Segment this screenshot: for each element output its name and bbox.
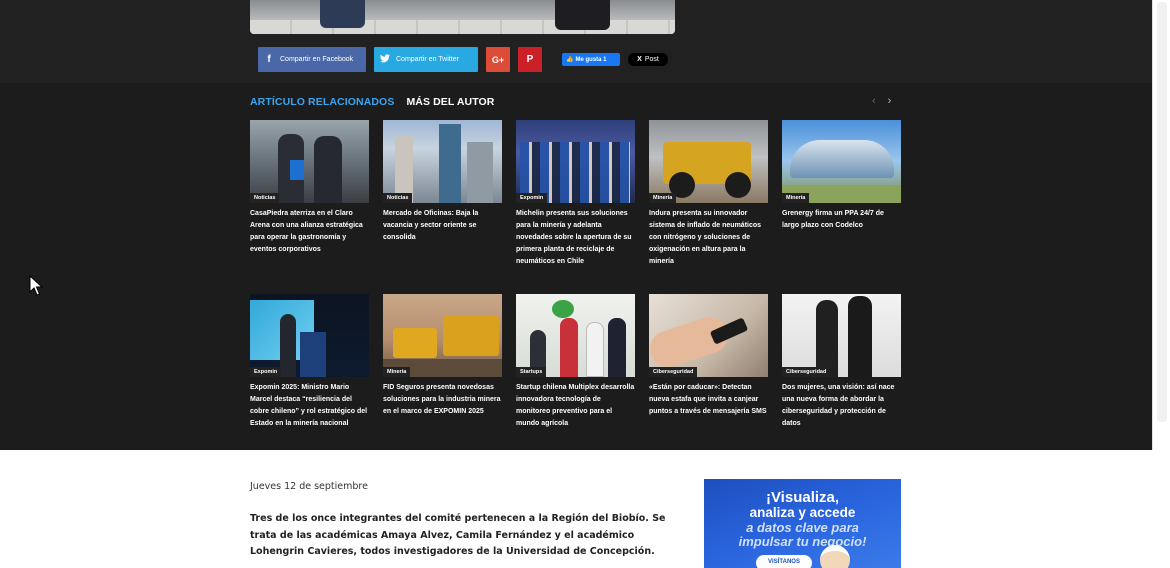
- prev-arrow-icon[interactable]: ‹: [872, 95, 876, 107]
- card-thumbnail[interactable]: Minería: [782, 120, 901, 203]
- card-thumbnail[interactable]: Noticias: [383, 120, 502, 203]
- mouse-cursor-icon: [29, 275, 43, 296]
- category-badge[interactable]: Ciberseguridad: [782, 367, 831, 377]
- share-twitter-label: Compartir en Twitter: [396, 56, 459, 63]
- category-badge[interactable]: Ciberseguridad: [649, 367, 698, 377]
- related-card[interactable]: Noticias CasaPiedra aterriza en el Claro…: [250, 120, 369, 256]
- share-twitter-button[interactable]: Compartir en Twitter: [374, 47, 478, 72]
- category-badge[interactable]: Minería: [383, 367, 411, 377]
- article-hero-image: [250, 0, 675, 34]
- googleplus-icon: G+: [491, 54, 505, 65]
- x-post-button[interactable]: X Post: [628, 53, 668, 66]
- sidebar-ad-banner[interactable]: ¡Visualiza, analiza y accede a datos cla…: [704, 479, 901, 568]
- card-thumbnail[interactable]: Minería: [383, 294, 502, 377]
- share-googleplus-button[interactable]: G+: [486, 47, 510, 72]
- category-badge[interactable]: Noticias: [250, 193, 280, 203]
- card-thumbnail[interactable]: Startups: [516, 294, 635, 377]
- ad-worker-image: [820, 545, 850, 568]
- related-tabs: ARTÍCULO RELACIONADOS MÁS DEL AUTOR: [250, 96, 494, 108]
- related-pager: ‹ ›: [872, 95, 891, 107]
- category-badge[interactable]: Noticias: [383, 193, 413, 203]
- card-thumbnail[interactable]: Ciberseguridad: [782, 294, 901, 377]
- ad-headline-1: ¡Visualiza,: [765, 489, 840, 506]
- category-badge[interactable]: Minería: [649, 193, 677, 203]
- pinterest-icon: P: [526, 54, 534, 65]
- thumbs-up-icon: 👍: [566, 57, 574, 63]
- related-card[interactable]: Startups Startup chilena Multiplex desar…: [516, 294, 635, 430]
- related-card[interactable]: Ciberseguridad «Están por caducar»: Dete…: [649, 294, 768, 418]
- ad-cta-button[interactable]: VISÍTANOS: [756, 555, 812, 568]
- related-card[interactable]: Noticias Mercado de Oficinas: Baja la va…: [383, 120, 502, 244]
- scrollbar[interactable]: [1152, 0, 1170, 450]
- card-title[interactable]: Grenergy firma un PPA 24/7 de largo plaz…: [782, 208, 901, 232]
- category-badge[interactable]: Expomin: [516, 193, 548, 203]
- scrollbar-thumb[interactable]: [1157, 2, 1167, 422]
- ad-headline-3: a datos clave para: [746, 520, 859, 535]
- ad-headline-4: impulsar tu negocio!: [738, 534, 867, 549]
- x-icon: X: [637, 56, 642, 63]
- card-title[interactable]: Dos mujeres, una visión: así nace una nu…: [782, 382, 901, 430]
- card-thumbnail[interactable]: Expomin: [516, 120, 635, 203]
- card-title[interactable]: Indura presenta su innovador sistema de …: [649, 208, 768, 268]
- share-pinterest-button[interactable]: P: [518, 47, 542, 72]
- share-buttons: f Compartir en Facebook Compartir en Twi…: [258, 47, 542, 72]
- related-card[interactable]: Minería FID Seguros presenta novedosas s…: [383, 294, 502, 418]
- related-card[interactable]: Ciberseguridad Dos mujeres, una visión: …: [782, 294, 901, 430]
- related-card[interactable]: Minería Grenergy firma un PPA 24/7 de la…: [782, 120, 901, 232]
- card-title[interactable]: Startup chilena Multiplex desarrolla inn…: [516, 382, 635, 430]
- card-title[interactable]: «Están por caducar»: Detectan nueva esta…: [649, 382, 768, 418]
- tab-related-articles[interactable]: ARTÍCULO RELACIONADOS: [250, 96, 394, 108]
- twitter-icon: [374, 53, 396, 66]
- related-card[interactable]: Minería Indura presenta su innovador sis…: [649, 120, 768, 268]
- category-badge[interactable]: Minería: [782, 193, 810, 203]
- related-card[interactable]: Expomin Michelin presenta sus soluciones…: [516, 120, 635, 268]
- card-title[interactable]: Expomin 2025: Ministro Mario Marcel dest…: [250, 382, 369, 430]
- category-badge[interactable]: Expomin: [250, 367, 282, 377]
- facebook-like-button[interactable]: 👍 Me gusta 1: [562, 53, 620, 66]
- card-title[interactable]: Michelin presenta sus soluciones para la…: [516, 208, 635, 268]
- share-facebook-label: Compartir en Facebook: [280, 56, 354, 63]
- like-label: Me gusta 1: [575, 56, 607, 63]
- card-title[interactable]: FID Seguros presenta novedosas solucione…: [383, 382, 502, 418]
- related-card[interactable]: Expomin Expomin 2025: Ministro Mario Mar…: [250, 294, 369, 430]
- article-lead: Tres de los once integrantes del comité …: [250, 513, 666, 557]
- category-badge[interactable]: Startups: [516, 367, 547, 377]
- facebook-icon: f: [267, 54, 271, 65]
- card-title[interactable]: Mercado de Oficinas: Baja la vacancia y …: [383, 208, 502, 244]
- card-thumbnail[interactable]: Expomin: [250, 294, 369, 377]
- next-arrow-icon[interactable]: ›: [888, 95, 892, 107]
- card-thumbnail[interactable]: Ciberseguridad: [649, 294, 768, 377]
- hero-floor: [250, 20, 675, 34]
- card-thumbnail[interactable]: Minería: [649, 120, 768, 203]
- share-facebook-button[interactable]: f Compartir en Facebook: [258, 47, 366, 72]
- hero-person-left: [320, 0, 365, 28]
- ad-headline-2: analiza y accede: [749, 505, 856, 520]
- article-date: Jueves 12 de septiembre: [250, 481, 368, 492]
- tab-more-from-author[interactable]: MÁS DEL AUTOR: [406, 96, 494, 108]
- hero-person-right: [555, 0, 610, 30]
- card-title[interactable]: CasaPiedra aterriza en el Claro Arena co…: [250, 208, 369, 256]
- card-thumbnail[interactable]: Noticias: [250, 120, 369, 203]
- post-label: Post: [644, 56, 659, 63]
